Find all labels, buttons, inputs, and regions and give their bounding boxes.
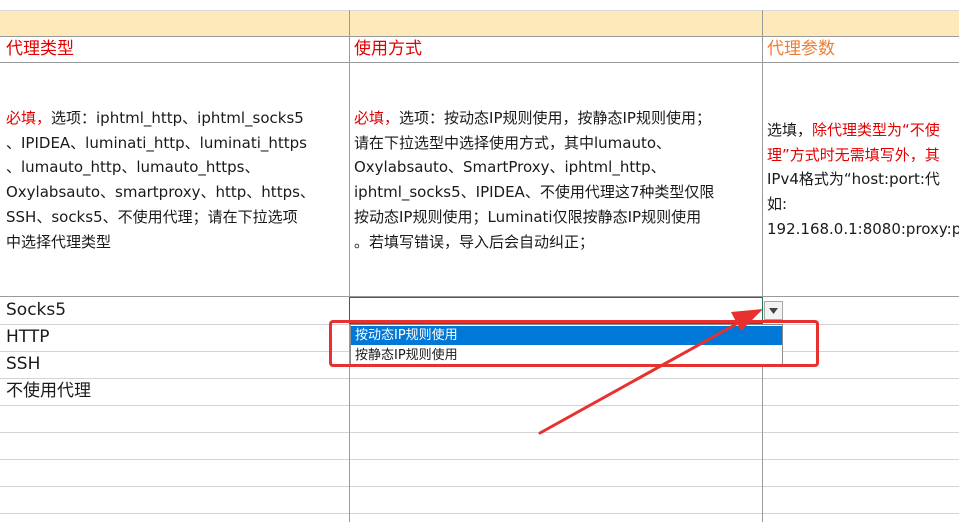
annotation-arrow-icon (538, 309, 763, 435)
